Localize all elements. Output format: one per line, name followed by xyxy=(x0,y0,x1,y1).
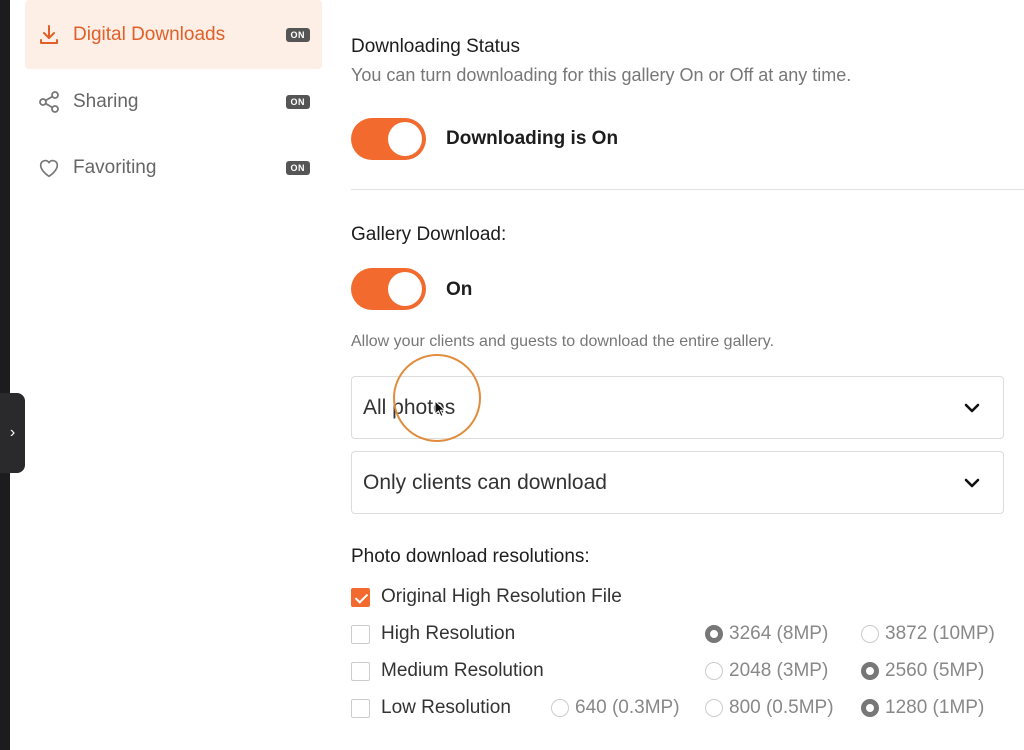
heart-icon xyxy=(37,156,61,180)
resolution-radio-option[interactable]: 3872 (10MP) xyxy=(861,623,995,645)
radio-label: 1280 (1MP) xyxy=(885,697,985,718)
sidebar-item-favoriting[interactable]: Favoriting ON xyxy=(25,135,322,201)
radio-label: 3872 (10MP) xyxy=(885,623,995,644)
resolution-row-medium: Medium Resolution 2048 (3MP) 2560 (5MP) xyxy=(351,659,1024,685)
downloading-status-toggle[interactable] xyxy=(351,118,426,160)
photos-select[interactable]: All photos xyxy=(351,376,1004,439)
sidebar-item-sharing[interactable]: Sharing ON xyxy=(25,69,322,135)
status-badge: ON xyxy=(285,161,310,175)
gallery-download-toggle-label: On xyxy=(446,279,473,300)
left-edge-strip xyxy=(0,0,10,750)
radio-dot xyxy=(551,699,569,717)
radio-dot xyxy=(705,662,723,680)
downloading-status-toggle-label: Downloading is On xyxy=(446,128,619,149)
settings-sidebar: Digital Downloads ON Sharing ON Favoriti… xyxy=(25,0,322,201)
resolution-checkbox-high[interactable] xyxy=(351,625,370,644)
mouse-cursor-icon xyxy=(434,400,446,418)
resolution-label: Medium Resolution xyxy=(381,660,544,681)
resolution-row-low: Low Resolution 640 (0.3MP) 800 (0.5MP) 1… xyxy=(351,696,1024,722)
resolution-radio-option[interactable]: 1280 (1MP) xyxy=(861,697,984,719)
download-access-select[interactable]: Only clients can download xyxy=(351,451,1004,514)
resolutions-title: Photo download resolutions: xyxy=(351,546,590,567)
radio-label: 2560 (5MP) xyxy=(885,660,985,681)
radio-dot xyxy=(861,699,879,717)
resolution-checkbox-original[interactable] xyxy=(351,588,370,607)
radio-label: 2048 (3MP) xyxy=(729,660,829,681)
resolution-radio-option[interactable]: 2560 (5MP) xyxy=(861,660,984,682)
resolution-checkbox-medium[interactable] xyxy=(351,662,370,681)
toggle-knob xyxy=(388,272,422,306)
sidebar-item-label: Favoriting xyxy=(73,157,157,178)
radio-label: 800 (0.5MP) xyxy=(729,697,834,718)
share-icon xyxy=(37,90,61,114)
chevron-down-icon xyxy=(964,478,980,487)
gallery-download-description: Allow your clients and guests to downloa… xyxy=(351,333,775,350)
gallery-download-toggle[interactable] xyxy=(351,268,426,310)
sidebar-item-digital-downloads[interactable]: Digital Downloads ON xyxy=(25,0,322,69)
radio-label: 3264 (8MP) xyxy=(729,623,829,644)
sidebar-item-label: Sharing xyxy=(73,91,139,112)
radio-dot xyxy=(861,625,879,643)
sidebar-item-label: Digital Downloads xyxy=(73,23,226,45)
section-divider xyxy=(351,189,1024,190)
resolution-checkbox-low[interactable] xyxy=(351,699,370,718)
radio-dot xyxy=(705,625,723,643)
resolution-radio-option[interactable]: 640 (0.3MP) xyxy=(551,697,680,719)
chevron-down-icon xyxy=(964,403,980,412)
radio-label: 640 (0.3MP) xyxy=(575,697,680,718)
status-badge: ON xyxy=(285,27,310,42)
resolution-row-high: High Resolution 3264 (8MP) 3872 (10MP) xyxy=(351,622,1024,648)
resolution-radio-option[interactable]: 2048 (3MP) xyxy=(705,660,828,682)
radio-dot xyxy=(861,662,879,680)
toggle-knob xyxy=(388,122,422,156)
downloading-status-description: You can turn downloading for this galler… xyxy=(351,65,852,85)
resolution-label: High Resolution xyxy=(381,623,516,644)
gallery-download-title: Gallery Download: xyxy=(351,224,507,245)
radio-dot xyxy=(705,699,723,717)
expand-panel-button[interactable]: › xyxy=(0,393,25,473)
resolution-label: Low Resolution xyxy=(381,697,511,718)
status-badge: ON xyxy=(285,95,310,109)
download-access-select-value: Only clients can download xyxy=(363,470,607,494)
resolution-label: Original High Resolution File xyxy=(381,586,622,607)
download-icon xyxy=(37,23,61,47)
resolution-row-original: Original High Resolution File xyxy=(351,585,1024,611)
downloading-status-title: Downloading Status xyxy=(351,36,520,57)
resolution-radio-option[interactable]: 800 (0.5MP) xyxy=(705,697,834,719)
resolution-radio-option[interactable]: 3264 (8MP) xyxy=(705,623,828,645)
chevron-right-icon: › xyxy=(9,424,16,441)
